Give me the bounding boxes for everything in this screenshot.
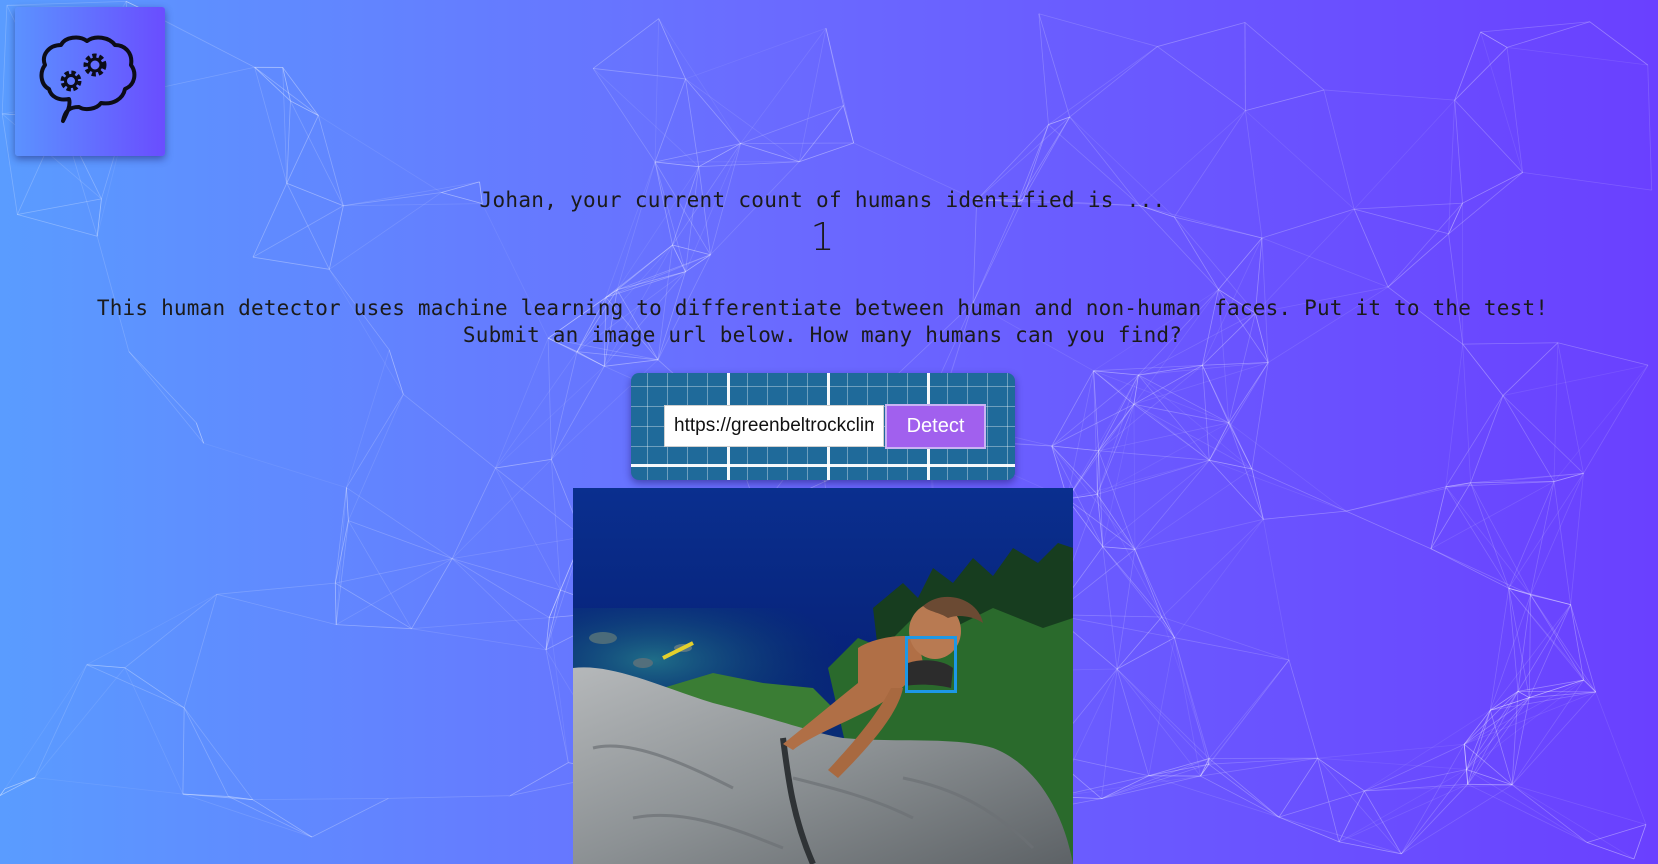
greeting-text: Johan, your current count of humans iden…	[479, 188, 1166, 212]
result-image	[573, 488, 1073, 864]
description-line-1: This human detector uses machine learnin…	[96, 296, 1549, 320]
detect-button[interactable]: Detect	[885, 404, 986, 449]
climber-photo	[573, 488, 1073, 864]
logo-button[interactable]	[15, 7, 165, 156]
human-count: 1	[810, 215, 835, 259]
image-url-input[interactable]	[664, 405, 884, 447]
description: This human detector uses machine learnin…	[0, 295, 1645, 349]
description-line-2: Submit an image url below. How many huma…	[462, 323, 1183, 347]
url-form-panel: Detect	[631, 373, 1015, 480]
brain-gears-icon	[39, 35, 137, 123]
face-detection-box	[905, 636, 957, 693]
